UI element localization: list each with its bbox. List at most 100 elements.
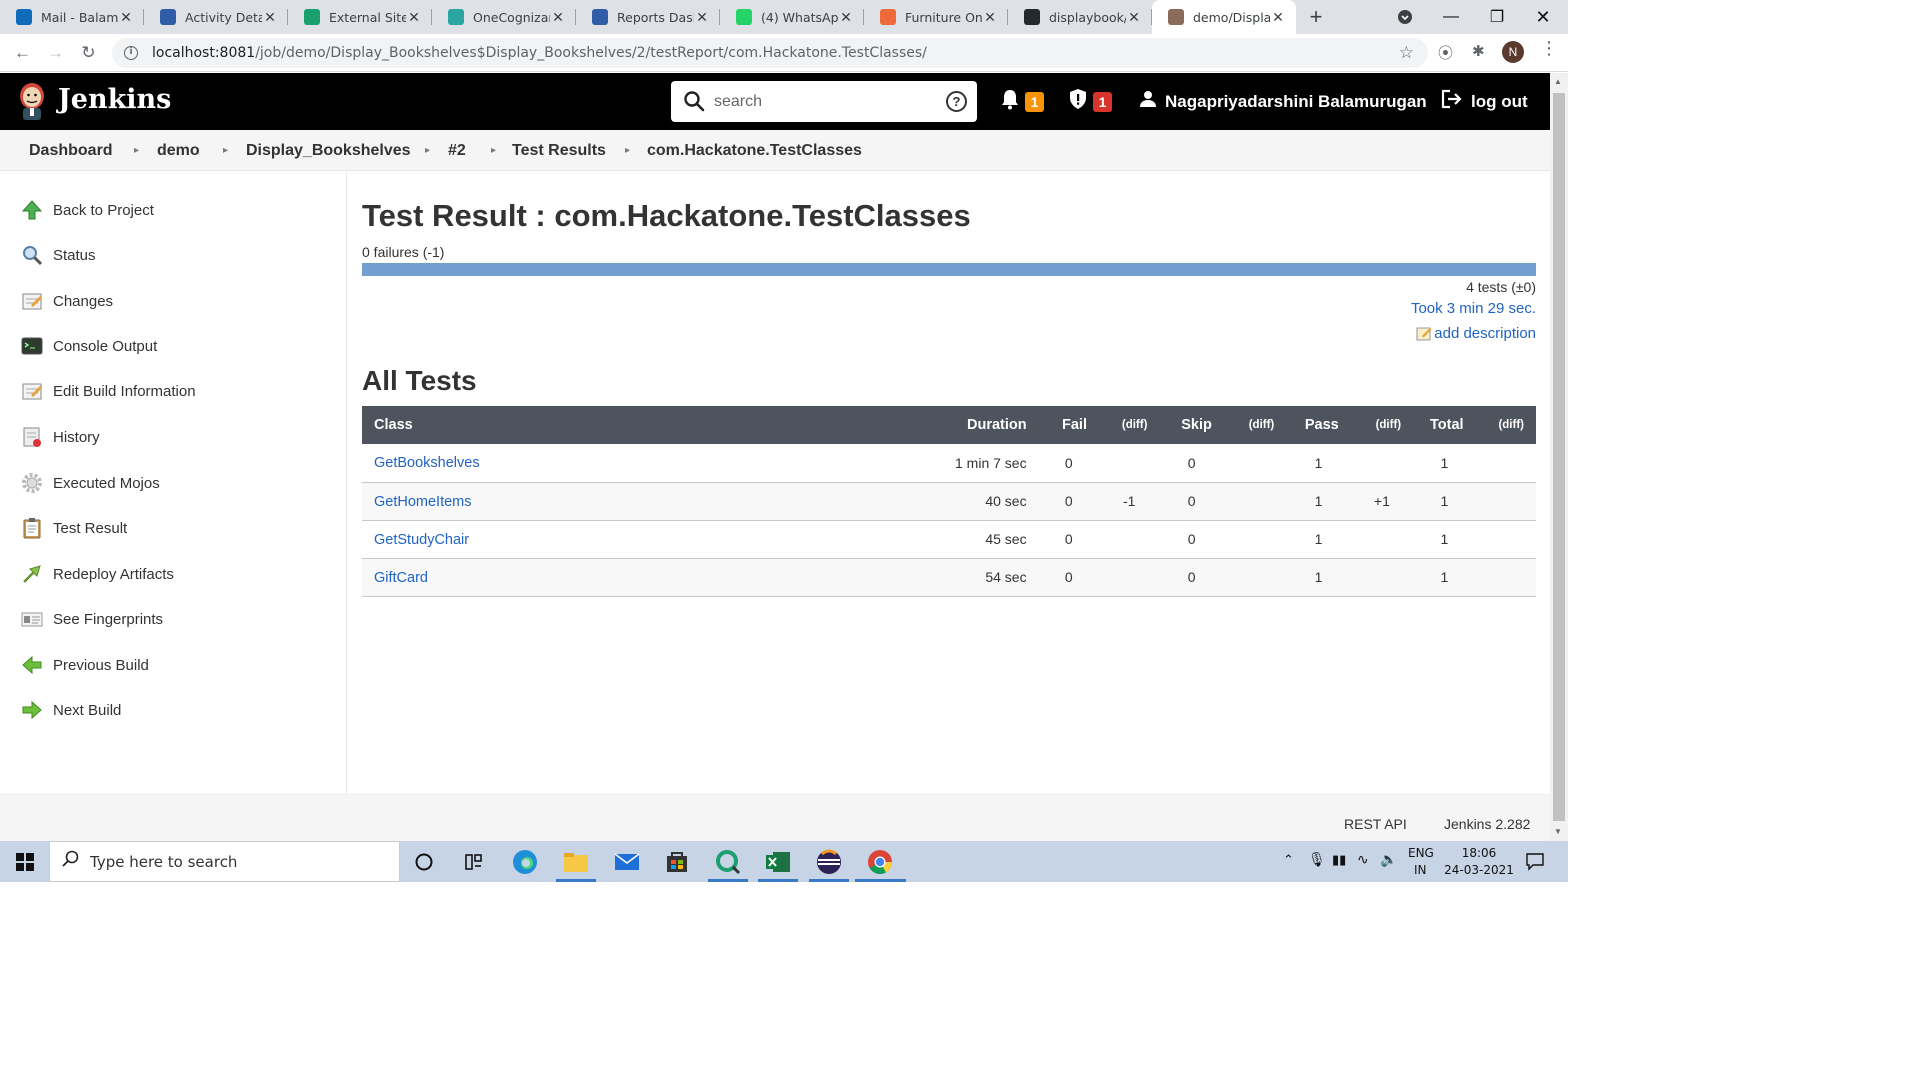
col-class[interactable]: Class — [362, 406, 926, 444]
task-redeploy-artifacts[interactable]: Redeploy Artifacts — [20, 559, 174, 589]
task-see-fingerprints[interactable]: See Fingerprints — [20, 604, 163, 634]
browser-tab[interactable]: (4) WhatsApp ✕ — [720, 0, 864, 34]
tab-close-icon[interactable]: ✕ — [550, 9, 566, 26]
back-icon[interactable]: ← — [6, 43, 39, 63]
task-back-to-project[interactable]: Back to Project — [20, 195, 154, 225]
microphone-icon[interactable]: 🎙 — [1308, 852, 1326, 893]
breadcrumb-job[interactable]: Display_Bookshelves — [246, 142, 411, 160]
file-explorer-icon[interactable] — [563, 849, 589, 875]
scrollbar-thumb[interactable] — [1553, 93, 1565, 821]
more-menu-icon[interactable]: ⋮ — [1540, 38, 1558, 59]
reload-icon[interactable]: ↻ — [72, 43, 105, 63]
tab-close-icon[interactable]: ✕ — [1126, 9, 1142, 26]
logout-button[interactable]: log out — [1441, 73, 1528, 130]
scroll-down-icon[interactable]: ▼ — [1554, 827, 1562, 836]
browser-tab[interactable]: External Site ✕ — [288, 0, 432, 34]
tab-close-icon[interactable]: ✕ — [406, 9, 422, 26]
cortana-icon[interactable] — [411, 849, 437, 875]
breadcrumb-package[interactable]: com.Hackatone.TestClasses — [647, 142, 862, 160]
task-executed-mojos[interactable]: Executed Mojos — [20, 468, 160, 498]
browser-tab[interactable]: OneCognizant✕ — [432, 0, 576, 34]
battery-icon[interactable]: ▮▮ — [1332, 853, 1346, 894]
add-description-link[interactable]: add description — [1416, 321, 1536, 345]
close-window-button[interactable]: ✕ — [1520, 0, 1566, 34]
browser-tab[interactable]: Mail - Balamurugan✕ — [0, 0, 144, 34]
tab-close-icon[interactable]: ✕ — [262, 9, 278, 26]
page-scrollbar[interactable]: ▲ ▼ — [1550, 73, 1568, 841]
browser-tab[interactable]: demo/Display_Bookshelves✕ — [1152, 0, 1296, 34]
search-input[interactable] — [714, 89, 934, 115]
task-edit-build-information[interactable]: Edit Build Information — [20, 376, 196, 406]
maximize-button[interactable]: ❐ — [1474, 0, 1520, 34]
tab-search-icon[interactable] — [1382, 0, 1428, 34]
task-previous-build[interactable]: Previous Build — [20, 650, 149, 680]
site-info-icon[interactable]: i — [124, 46, 138, 60]
forward-icon[interactable]: → — [39, 43, 72, 63]
breadcrumb-build[interactable]: #2 — [448, 142, 466, 160]
col-skip[interactable]: Skip — [1159, 406, 1224, 444]
duration-link[interactable]: Took 3 min 29 sec. — [1411, 300, 1536, 317]
windows-start-icon[interactable] — [12, 849, 38, 875]
chrome-icon[interactable] — [867, 849, 893, 875]
tab-close-icon[interactable]: ✕ — [118, 9, 134, 26]
class-link[interactable]: GetHomeItems — [374, 494, 472, 510]
col-total[interactable]: Total — [1413, 406, 1476, 444]
eclipse-icon[interactable] — [816, 849, 842, 875]
class-link[interactable]: GetStudyChair — [374, 532, 469, 548]
address-bar[interactable]: i localhost:8081/job/demo/Display_Booksh… — [112, 38, 1428, 68]
tab-close-icon[interactable]: ✕ — [1270, 9, 1286, 26]
notifications-button[interactable]: 1 — [1000, 73, 1044, 130]
extensions-puzzle-icon[interactable]: ✱ — [1472, 42, 1485, 60]
task-changes[interactable]: Changes — [20, 286, 113, 316]
col-fail[interactable]: Fail — [1038, 406, 1099, 444]
excel-icon[interactable] — [765, 849, 791, 875]
app-title[interactable]: Jenkins — [58, 84, 171, 115]
task-test-result[interactable]: Test Result — [20, 513, 127, 543]
task-next-build[interactable]: Next Build — [20, 695, 121, 725]
edge-icon[interactable] — [512, 849, 538, 875]
browser-tab[interactable]: Furniture Online✕ — [864, 0, 1008, 34]
volume-icon[interactable]: 🔈 — [1380, 852, 1397, 893]
extension-icon[interactable]: ⦿ — [1438, 42, 1453, 63]
bookmark-star-icon[interactable]: ☆ — [1399, 43, 1414, 63]
col-skip-diff[interactable]: (diff) — [1223, 406, 1287, 444]
browser-tab[interactable]: displaybook/p✕ — [1008, 0, 1152, 34]
scroll-up-icon[interactable]: ▲ — [1554, 77, 1562, 86]
class-link[interactable]: GiftCard — [374, 570, 428, 586]
rest-api-link[interactable]: REST API — [1344, 816, 1407, 832]
browser-tab[interactable]: Reports Dashboard✕ — [576, 0, 720, 34]
jenkins-version-link[interactable]: Jenkins 2.282 — [1444, 816, 1530, 832]
breadcrumb-demo[interactable]: demo — [157, 142, 200, 160]
new-tab-button[interactable]: + — [1296, 0, 1336, 34]
tab-close-icon[interactable]: ✕ — [694, 9, 710, 26]
class-link[interactable]: GetBookshelves — [374, 455, 480, 471]
browser-tab[interactable]: Activity Details✕ — [144, 0, 288, 34]
minimize-button[interactable]: — — [1428, 0, 1474, 34]
qlik-icon[interactable] — [715, 849, 741, 875]
jenkins-logo[interactable] — [16, 81, 48, 121]
security-button[interactable]: 1 — [1068, 73, 1112, 130]
profile-avatar[interactable]: N — [1502, 41, 1524, 63]
help-icon[interactable]: ? — [946, 91, 967, 112]
user-menu[interactable]: Nagapriyadarshini Balamurugan — [1139, 73, 1427, 130]
wifi-icon[interactable]: ∿ — [1357, 852, 1369, 893]
store-icon[interactable] — [664, 849, 690, 875]
breadcrumb-dashboard[interactable]: Dashboard — [29, 142, 113, 160]
col-duration[interactable]: Duration — [925, 406, 1039, 444]
taskbar-search-box[interactable]: Type here to search — [49, 841, 400, 882]
tab-close-icon[interactable]: ✕ — [838, 9, 854, 26]
show-hidden-icons-icon[interactable]: ⌃ — [1283, 853, 1294, 894]
breadcrumb-test-results[interactable]: Test Results — [512, 142, 606, 160]
task-history[interactable]: History — [20, 422, 100, 452]
notification-center-icon[interactable] — [1525, 851, 1545, 892]
clock[interactable]: 18:06 24-03-2021 — [1444, 846, 1514, 887]
col-pass[interactable]: Pass — [1286, 406, 1351, 444]
language-indicator[interactable]: ENG IN — [1408, 846, 1434, 887]
task-view-icon[interactable] — [461, 849, 487, 875]
task-status[interactable]: Status — [20, 240, 96, 270]
col-fail-diff[interactable]: (diff) — [1099, 406, 1160, 444]
task-console-output[interactable]: Console Output — [20, 331, 157, 361]
col-total-diff[interactable]: (diff) — [1475, 406, 1536, 444]
tab-close-icon[interactable]: ✕ — [982, 9, 998, 26]
mail-icon[interactable] — [614, 849, 640, 875]
